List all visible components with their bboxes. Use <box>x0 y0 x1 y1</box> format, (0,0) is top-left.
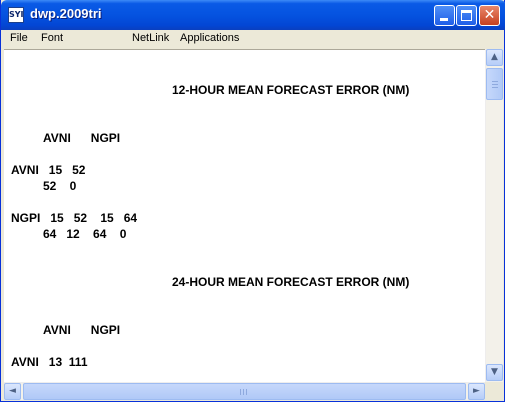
data-row-avni-cont: 52 0 <box>43 179 77 193</box>
horizontal-scrollbar[interactable]: ◄ ► <box>4 382 485 400</box>
title-bar[interactable]: SYI dwp.2009tri ✕ <box>1 0 505 30</box>
maximize-icon <box>461 10 472 21</box>
vertical-scroll-thumb[interactable] <box>486 68 503 100</box>
data-row-avni: AVNI 15 52 <box>11 163 86 177</box>
scroll-left-arrow-icon[interactable]: ◄ <box>4 383 21 400</box>
minimize-button[interactable] <box>434 5 455 26</box>
menu-file[interactable]: File <box>10 32 28 44</box>
column-header-row-2: AVNI NGPI <box>43 323 121 337</box>
app-icon[interactable]: SYI <box>8 7 24 23</box>
maximize-button[interactable] <box>456 5 477 26</box>
text-content-area[interactable]: 12-HOUR MEAN FORECAST ERROR (NM) AVNI NG… <box>4 49 485 382</box>
section-heading-24-hour: 24-HOUR MEAN FORECAST ERROR (NM) <box>172 275 410 289</box>
close-icon: ✕ <box>483 7 496 23</box>
menu-bar: File Font NetLink Applications <box>4 30 503 48</box>
close-button[interactable]: ✕ <box>479 5 500 26</box>
menu-netlink[interactable]: NetLink <box>132 32 169 44</box>
window-title: dwp.2009tri <box>30 6 102 21</box>
scroll-down-arrow-icon[interactable]: ▼ <box>486 364 503 381</box>
column-header-row: AVNI NGPI <box>43 131 121 145</box>
resize-grip[interactable] <box>485 382 502 399</box>
horizontal-scroll-thumb[interactable] <box>23 383 466 400</box>
minimize-icon <box>440 18 448 21</box>
app-window: SYI dwp.2009tri ✕ File Font NetLink Appl… <box>0 0 505 402</box>
vertical-scrollbar[interactable]: ▲ ▼ <box>485 49 503 382</box>
menu-font[interactable]: Font <box>41 32 63 44</box>
scroll-up-arrow-icon[interactable]: ▲ <box>486 49 503 66</box>
data-row-ngpi: NGPI 15 52 15 64 <box>11 211 138 225</box>
section-heading-12-hour: 12-HOUR MEAN FORECAST ERROR (NM) <box>172 83 410 97</box>
data-row-avni-2: AVNI 13 111 <box>11 355 88 369</box>
menu-applications[interactable]: Applications <box>180 32 239 44</box>
data-row-ngpi-cont: 64 12 64 0 <box>43 227 127 241</box>
scroll-right-arrow-icon[interactable]: ► <box>468 383 485 400</box>
